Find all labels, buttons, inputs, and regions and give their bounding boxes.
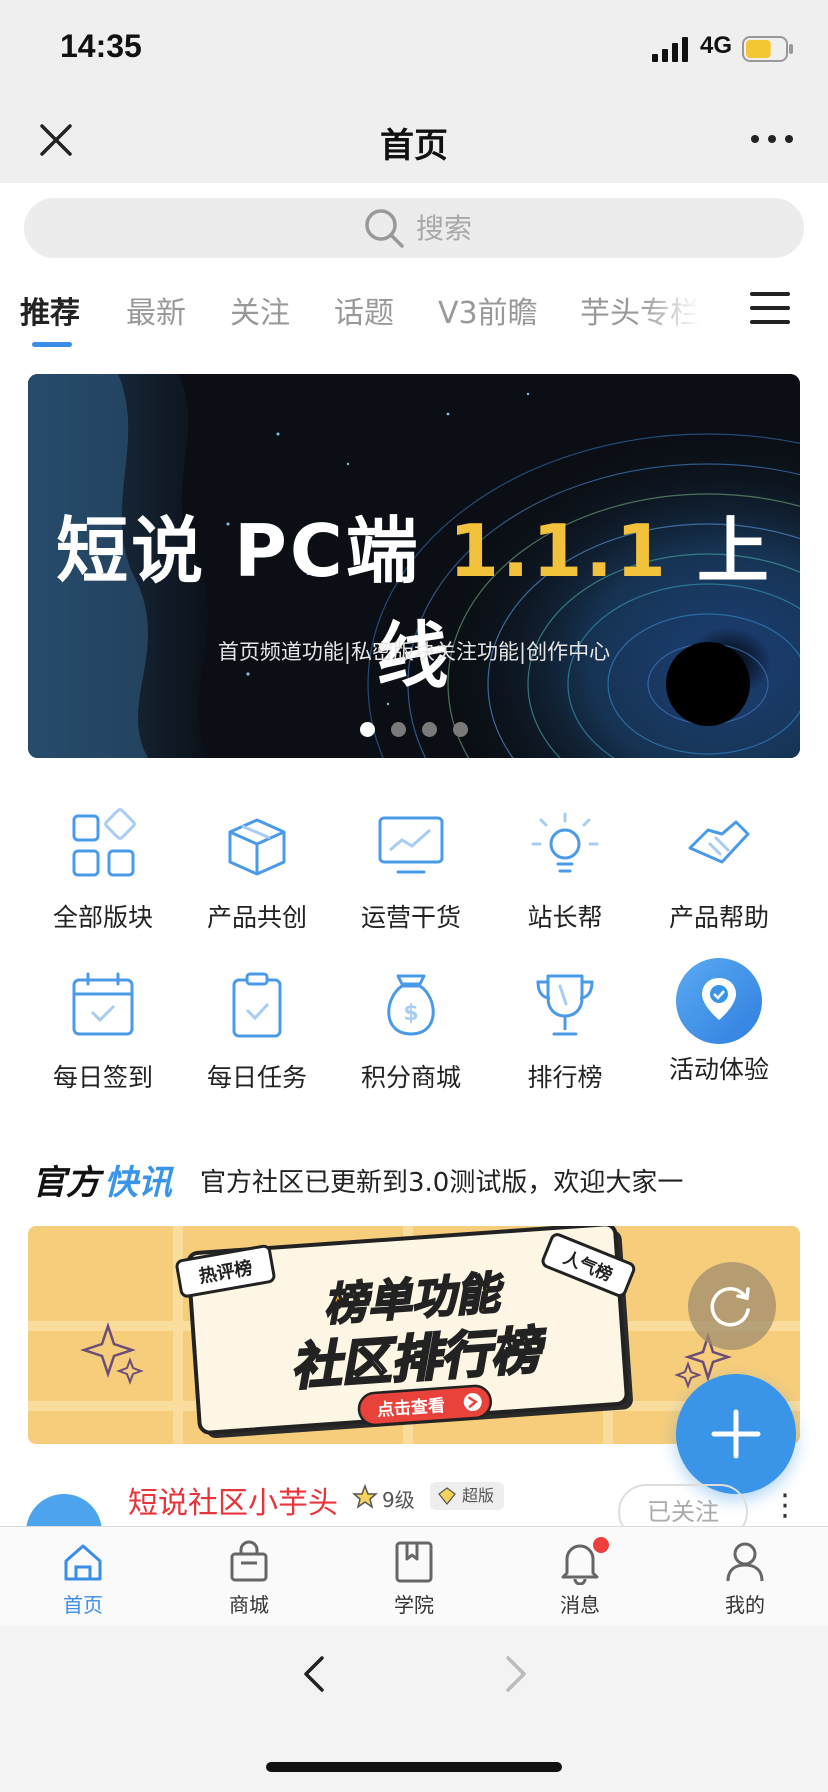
shopping-bag-icon [230, 1540, 268, 1582]
svg-text:官方: 官方 [32, 1163, 105, 1203]
grid-item-help[interactable]: 产品帮助 [642, 808, 796, 934]
grid-label: 产品共创 [206, 903, 307, 932]
banner-carousel[interactable]: 短说 PC端 1.1.1 上线 首页频道功能|私密版块关注功能|创作中心 [28, 374, 800, 758]
grid-label: 运营干货 [360, 903, 461, 932]
tabbar-messages[interactable]: 消息 [497, 1527, 663, 1627]
location-pin-icon [676, 958, 762, 1044]
grid-item-tasks[interactable]: 每日任务 [180, 968, 334, 1094]
notification-dot [593, 1537, 609, 1553]
tab-topics[interactable]: 话题 [334, 288, 394, 332]
tabbar-label: 首页 [63, 1593, 103, 1617]
grid-label: 每日签到 [52, 1063, 153, 1092]
money-bag-icon: $ [387, 974, 435, 1036]
news-ticker-text[interactable]: 官方社区已更新到3.0测试版，欢迎大家一 [200, 1162, 720, 1199]
clipboard-check-icon [232, 972, 282, 1038]
official-news-logo: 官方 快讯 [32, 1163, 175, 1203]
tabbar-label: 消息 [560, 1593, 600, 1617]
avatar[interactable] [26, 1494, 102, 1526]
grid-label: 产品帮助 [668, 903, 769, 932]
more-horizontal-icon[interactable] [746, 124, 798, 154]
super-moderator-badge: 超版 [430, 1482, 505, 1510]
tabbar-academy[interactable]: 学院 [331, 1527, 497, 1627]
post-preview[interactable]: 短说社区小芋头 9级 超版 已关注 ⋮ [0, 1470, 828, 1526]
banner-subtitle: 首页频道功能|私密版块关注功能|创作中心 [217, 640, 611, 664]
carousel-dot[interactable] [422, 722, 437, 737]
tabbar-profile[interactable]: 我的 [662, 1527, 828, 1627]
tab-latest[interactable]: 最新 [126, 288, 186, 332]
page-title: 首页 [380, 126, 448, 166]
bottom-tab-bar: 首页 商城 学院 消息 我的 [0, 1526, 828, 1627]
banner-title: 短说 PC端 1.1.1 上线 [56, 509, 772, 698]
grid-label: 全部版块 [52, 903, 153, 932]
calendar-check-icon [72, 972, 134, 1036]
carousel-dot[interactable] [453, 722, 468, 737]
chart-monitor-icon [378, 816, 444, 874]
star-icon [352, 1484, 378, 1509]
tabbar-label: 学院 [394, 1593, 434, 1617]
post-author[interactable]: 短说社区小芋头 [128, 1478, 338, 1522]
home-indicator [266, 1762, 562, 1772]
user-icon [726, 1542, 764, 1582]
tabbar-mall[interactable]: 商城 [166, 1527, 332, 1627]
carousel-dot[interactable] [360, 722, 375, 737]
channel-menu-icon[interactable] [750, 292, 790, 328]
post-more-icon[interactable]: ⋮ [770, 1488, 800, 1523]
forward-arrow-icon[interactable] [498, 1652, 534, 1696]
grid-item-co-create[interactable]: 产品共创 [180, 808, 334, 934]
grid-icon [72, 808, 136, 877]
carousel-dots [28, 722, 800, 741]
signal-icon [652, 37, 688, 62]
diamond-icon [438, 1487, 456, 1505]
follow-button[interactable]: 已关注 [618, 1484, 748, 1526]
lightbulb-icon [531, 812, 599, 873]
grid-label: 活动体验 [668, 1055, 769, 1084]
grid-item-activity[interactable]: 活动体验 [642, 958, 796, 1086]
grid-item-operations[interactable]: 运营干货 [334, 808, 488, 934]
tab-fade [640, 280, 700, 330]
handshake-icon [688, 820, 750, 864]
carousel-dot[interactable] [391, 722, 406, 737]
tab-recommended[interactable]: 推荐 [20, 288, 80, 332]
back-arrow-icon[interactable] [296, 1652, 332, 1696]
tab-following[interactable]: 关注 [230, 288, 290, 332]
search-input[interactable] [416, 208, 616, 248]
search-bar[interactable] [24, 198, 804, 258]
tabbar-label: 我的 [725, 1593, 765, 1617]
grid-label: 站长帮 [527, 903, 603, 932]
svg-text:$: $ [403, 1001, 418, 1026]
home-icon [64, 1544, 102, 1581]
grid-label: 每日任务 [206, 1063, 307, 1092]
grid-label: 积分商城 [360, 1063, 461, 1092]
grid-item-points-mall[interactable]: $ 积分商城 [334, 968, 488, 1094]
tab-active-indicator [32, 342, 72, 347]
status-time: 14:35 [60, 28, 142, 64]
battery-icon [742, 36, 793, 62]
refresh-button[interactable] [688, 1262, 776, 1350]
tabbar-home[interactable]: 首页 [0, 1527, 166, 1627]
trophy-icon [536, 974, 594, 1036]
grid-item-checkin[interactable]: 每日签到 [26, 968, 180, 1094]
tabbar-label: 商城 [229, 1593, 269, 1617]
grid-item-ranking[interactable]: 排行榜 [488, 968, 642, 1094]
grid-label: 排行榜 [527, 1063, 603, 1092]
user-level: 9级 [382, 1488, 415, 1512]
grid-item-all-boards[interactable]: 全部版块 [26, 808, 180, 934]
refresh-icon [710, 1287, 750, 1327]
svg-text:快讯: 快讯 [104, 1163, 175, 1203]
grid-item-webmaster[interactable]: 站长帮 [488, 808, 642, 934]
book-icon [395, 1541, 433, 1583]
box-icon [228, 818, 286, 876]
search-icon [365, 209, 404, 248]
tab-v3-preview[interactable]: V3前瞻 [438, 288, 538, 332]
network-type: 4G [700, 32, 733, 59]
